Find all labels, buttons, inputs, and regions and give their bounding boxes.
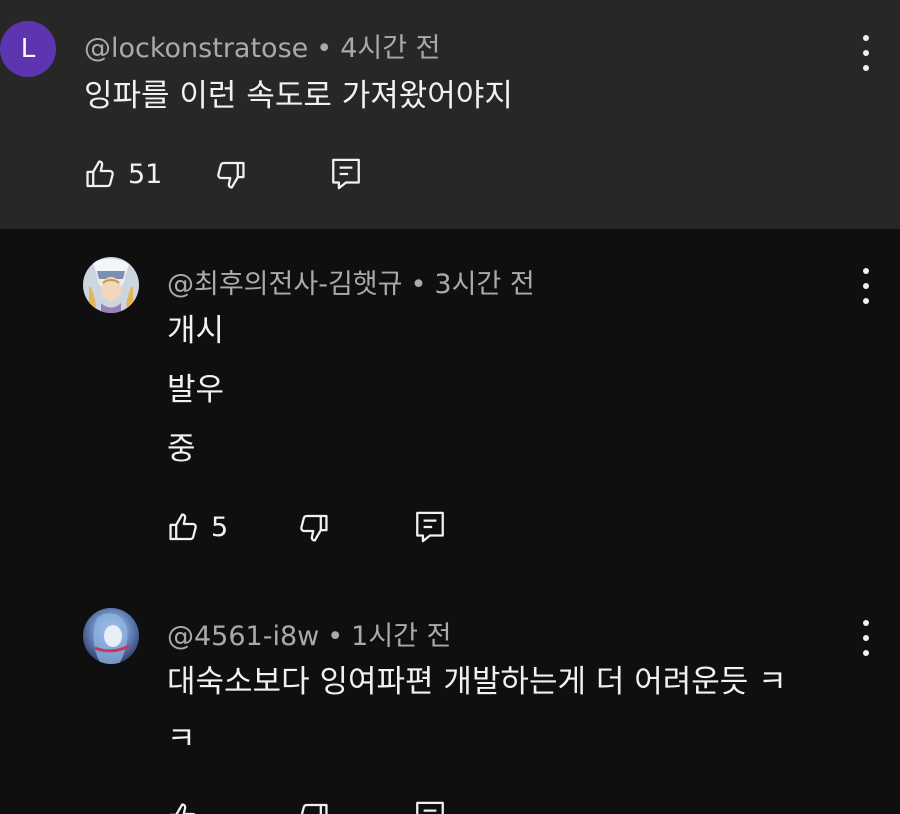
comment-text-line: ㅋ [167,721,196,757]
dislike-button[interactable] [296,511,330,545]
comment-meta: @4561-i8w • 1시간 전 [167,614,451,653]
like-button[interactable]: 5 [167,510,228,544]
meta-separator: • [316,33,333,64]
timestamp[interactable]: 1시간 전 [351,621,451,652]
dislike-button[interactable] [296,800,330,814]
like-button[interactable]: 51 [84,157,162,191]
more-vert-icon[interactable] [861,35,871,71]
avatar[interactable] [83,608,139,664]
avatar[interactable] [83,257,139,313]
author-handle[interactable]: @4561-i8w [167,621,319,652]
meta-separator: • [327,621,344,652]
reply-icon [416,801,444,814]
thumbs-up-icon [86,160,114,188]
comment-text-line: 발우 [167,372,225,408]
author-handle[interactable]: @최후의전사-김햇규 [167,269,402,300]
reply-button[interactable] [414,800,446,814]
reply-button[interactable] [414,510,446,544]
comment-text-line: 개시 [167,313,225,349]
thumbs-down-icon [217,161,245,189]
reply-button[interactable] [330,157,362,191]
comments-page: L @lockonstratose • 4시간 전 잉파를 이런 속도로 가져왔어야… [0,0,900,814]
thumbs-up-icon [169,803,196,814]
more-vert-icon[interactable] [861,268,871,304]
avatar[interactable]: L [0,21,56,77]
more-vert-icon[interactable] [861,620,871,656]
comment-text: 잉파를 이런 속도로 가져왔어야지 [84,78,513,114]
thumbs-down-icon [300,514,328,542]
like-count: 51 [128,158,163,190]
thumbs-up-icon [169,513,197,541]
comment-meta: @lockonstratose • 4시간 전 [84,26,440,65]
reply-icon [416,511,444,543]
timestamp[interactable]: 4시간 전 [340,33,440,64]
highlighted-comment: L @lockonstratose • 4시간 전 잉파를 이런 속도로 가져왔어야… [0,0,900,229]
reply-icon [332,158,360,190]
comment-meta: @최후의전사-김햇규 • 3시간 전 [167,262,535,301]
timestamp[interactable]: 3시간 전 [434,269,534,300]
author-handle[interactable]: @lockonstratose [84,33,308,64]
like-button[interactable] [167,800,201,814]
meta-separator: • [410,269,427,300]
comment-text-line: 중 [167,431,196,467]
comment-text-line: 대숙소보다 잉여파편 개발하는게 더 어려운듯 ㅋ [167,664,787,700]
like-count: 5 [211,511,229,543]
thumbs-down-icon [300,803,328,814]
dislike-button[interactable] [213,158,247,192]
